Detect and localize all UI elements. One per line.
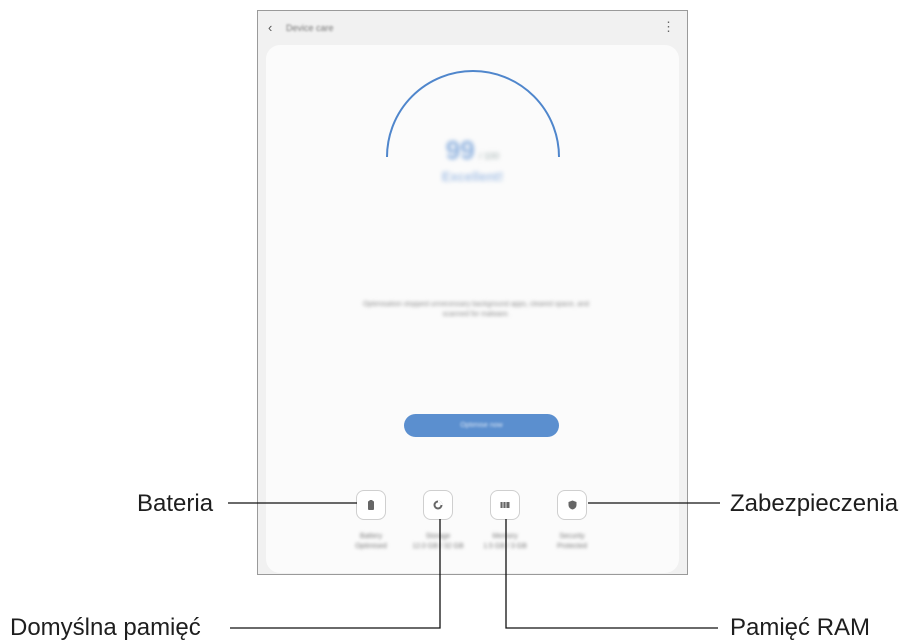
callout-lines [228, 502, 720, 629]
storage-callout-line [230, 519, 441, 629]
memory-callout: Pamięć RAM [730, 614, 871, 641]
security-callout: Zabezpieczenia [730, 490, 899, 517]
memory-callout-line [505, 519, 718, 629]
battery-callout: Bateria [137, 490, 214, 517]
storage-callout: Domyślna pamięć [10, 614, 201, 641]
